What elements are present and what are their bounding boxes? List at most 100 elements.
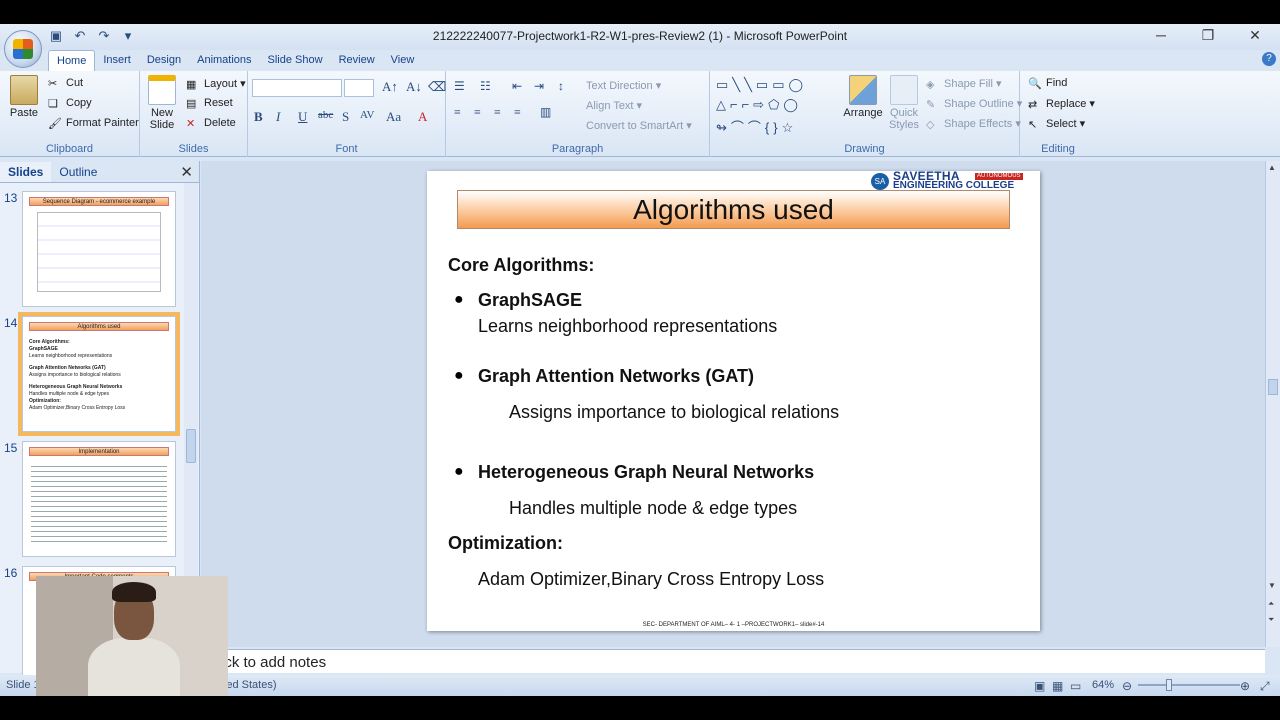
tab-design[interactable]: Design <box>139 50 189 72</box>
algorithm-description[interactable]: Learns neighborhood representations <box>478 316 777 337</box>
slide-scroll-thumb[interactable] <box>1268 379 1278 395</box>
slide-thumbnail-14[interactable]: Algorithms used Core Algorithms: GraphSA… <box>18 312 180 436</box>
zoom-in-icon[interactable]: ⊕ <box>1240 679 1250 693</box>
font-size-field[interactable] <box>344 79 374 97</box>
zoom-level[interactable]: 64% <box>1092 679 1114 691</box>
align-center-icon[interactable]: ≡ <box>474 105 481 120</box>
zoom-slider[interactable] <box>1138 684 1240 686</box>
char-spacing-button[interactable]: AV <box>360 109 374 121</box>
optimization-heading[interactable]: Optimization: <box>448 533 563 554</box>
algorithm-description[interactable]: Assigns importance to biological relatio… <box>509 402 839 423</box>
format-painter-button[interactable]: 🖌 Format Painter <box>48 117 139 130</box>
align-text-button[interactable]: Align Text ▾ <box>586 99 642 112</box>
algorithm-name[interactable]: Heterogeneous Graph Neural Networks <box>478 462 814 483</box>
minimize-button[interactable]: ─ <box>1146 27 1176 43</box>
shrink-font-icon[interactable]: A↓ <box>406 79 422 95</box>
font-color-button[interactable]: A <box>418 109 427 125</box>
bullets-icon[interactable]: ☰ <box>454 79 465 94</box>
tab-view[interactable]: View <box>383 50 423 72</box>
find-button[interactable]: 🔍 Find <box>1028 77 1067 90</box>
zoom-slider-knob[interactable] <box>1166 679 1172 691</box>
redo-icon[interactable]: ↷ <box>96 28 112 44</box>
core-algorithms-heading[interactable]: Core Algorithms: <box>448 255 594 276</box>
justify-icon[interactable]: ≡ <box>514 105 521 120</box>
tab-animations[interactable]: Animations <box>189 50 259 72</box>
shape-fill-button[interactable]: ◈ Shape Fill ▾ <box>926 77 1002 91</box>
undo-icon[interactable]: ↶ <box>72 28 88 44</box>
algorithm-name[interactable]: GraphSAGE <box>478 290 582 311</box>
underline-button[interactable]: U <box>298 109 307 125</box>
tab-insert[interactable]: Insert <box>95 50 139 72</box>
paste-button[interactable]: Paste <box>6 75 42 119</box>
previous-slide-icon[interactable]: ⏶ <box>1268 599 1274 609</box>
text-direction-button[interactable]: Text Direction ▾ <box>586 79 661 92</box>
align-right-icon[interactable]: ≡ <box>494 105 501 120</box>
restore-button[interactable]: ❐ <box>1193 27 1223 44</box>
customize-qat-icon[interactable]: ▾ <box>120 28 136 44</box>
shapes-gallery-row1[interactable]: ▭╲╲▭▭◯ <box>716 77 807 93</box>
office-button-icon[interactable] <box>4 30 42 68</box>
layout-button[interactable]: ▦ Layout ▾ <box>186 77 246 91</box>
replace-button[interactable]: ⇄ Replace ▾ <box>1028 97 1095 111</box>
shape-effects-label: Shape Effects <box>944 118 1013 130</box>
slide-show-icon[interactable]: ▭ <box>1070 679 1081 693</box>
slides-panel-tabs: Slides Outline ✕ <box>0 161 199 183</box>
scroll-down-icon[interactable]: ▼ <box>1268 581 1276 590</box>
shape-effects-button[interactable]: ◇ Shape Effects ▾ <box>926 117 1021 131</box>
optimization-text[interactable]: Adam Optimizer,Binary Cross Entropy Loss <box>478 569 824 590</box>
strikethrough-button[interactable]: abc <box>318 109 333 121</box>
grow-font-icon[interactable]: A↑ <box>382 79 398 95</box>
reset-button[interactable]: ▤ Reset <box>186 97 233 110</box>
bold-button[interactable]: B <box>254 109 263 125</box>
save-icon[interactable]: ▣ <box>48 28 64 44</box>
font-name-field[interactable] <box>252 79 342 97</box>
notes-pane[interactable]: ick to add notes <box>201 649 1265 673</box>
slides-panel-scroll-thumb[interactable] <box>186 429 196 463</box>
slide-thumbnail-13[interactable]: Sequence Diagram - ecommerce example <box>22 191 176 307</box>
align-left-icon[interactable]: ≡ <box>454 105 461 120</box>
scroll-up-icon[interactable]: ▲ <box>1268 163 1276 172</box>
algorithm-name[interactable]: Graph Attention Networks (GAT) <box>478 366 754 387</box>
change-case-button[interactable]: Aa <box>386 109 401 125</box>
slide-sorter-icon[interactable]: ▦ <box>1052 679 1063 693</box>
cut-button[interactable]: ✂ Cut <box>48 77 83 90</box>
arrange-button[interactable]: Arrange <box>842 75 884 119</box>
slide-thumbnail-15[interactable]: Implementation <box>22 441 176 557</box>
fit-to-window-icon[interactable]: ⤢ <box>1260 679 1270 694</box>
tab-home[interactable]: Home <box>48 50 96 72</box>
columns-icon[interactable]: ▥ <box>540 105 551 120</box>
line-spacing-icon[interactable]: ↕ <box>558 79 564 94</box>
zoom-out-icon[interactable]: ⊖ <box>1122 679 1132 693</box>
slide-title[interactable]: Algorithms used <box>457 190 1010 229</box>
numbering-icon[interactable]: ☷ <box>480 79 491 94</box>
clear-format-icon[interactable]: ⌫ <box>428 79 446 95</box>
format-painter-label: Format Painter <box>66 117 139 129</box>
next-slide-icon[interactable]: ⏷ <box>1268 615 1274 625</box>
shadow-button[interactable]: S <box>342 109 349 125</box>
tab-slide-show[interactable]: Slide Show <box>260 50 331 72</box>
select-button[interactable]: ↖ Select ▾ <box>1028 117 1085 131</box>
increase-indent-icon[interactable]: ⇥ <box>534 79 544 94</box>
shape-outline-button[interactable]: ✎ Shape Outline ▾ <box>926 97 1022 111</box>
algorithm-description[interactable]: Handles multiple node & edge types <box>509 498 797 519</box>
notes-placeholder[interactable]: ick to add notes <box>221 654 326 671</box>
slide-vertical-scrollbar[interactable]: ▲ ▼ ⏶ ⏷ <box>1265 161 1280 647</box>
help-icon[interactable]: ? <box>1262 52 1276 66</box>
tab-slides[interactable]: Slides <box>0 161 52 182</box>
thumbnail-line: Core Algorithms: <box>29 339 70 345</box>
shapes-gallery-row2[interactable]: △⌐⌐⇨⬠◯ <box>716 97 802 113</box>
new-slide-button[interactable]: New Slide <box>144 75 180 131</box>
normal-view-icon[interactable]: ▣ <box>1034 679 1045 693</box>
decrease-indent-icon[interactable]: ⇤ <box>512 79 522 94</box>
shapes-gallery-row3[interactable]: ↬⌒⌒{}☆ <box>716 117 797 136</box>
close-icon[interactable]: ✕ <box>180 163 193 181</box>
close-button[interactable]: ✕ <box>1240 27 1270 44</box>
copy-button[interactable]: ❏ Copy <box>48 97 92 110</box>
quick-styles-button[interactable]: Quick Styles <box>886 75 922 131</box>
tab-outline[interactable]: Outline <box>51 162 105 182</box>
delete-button[interactable]: ✕ Delete <box>186 117 236 130</box>
slide[interactable]: SA SAVEETHA ENGINEERING COLLEGE AUTONOMO… <box>427 170 1040 631</box>
tab-review[interactable]: Review <box>331 50 383 72</box>
italic-button[interactable]: I <box>276 109 280 125</box>
convert-smartart-button[interactable]: Convert to SmartArt ▾ <box>586 119 692 132</box>
